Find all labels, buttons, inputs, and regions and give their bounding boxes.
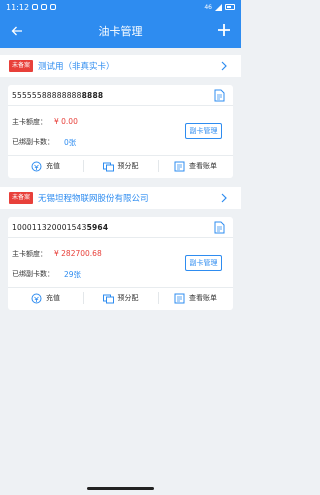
document-icon[interactable] [213,89,225,102]
status-bar: 11:12 46 [0,0,241,14]
divider [8,237,233,238]
divider [8,105,233,106]
recharge-label: 充值 [46,162,60,170]
limit-value: ¥ 0.00 [54,117,78,126]
preallocate-button[interactable]: 预分配 [83,156,158,176]
preallocate-icon [102,162,114,171]
chevron-right-icon [221,193,227,203]
document-icon[interactable] [213,221,225,234]
preallocate-icon [102,294,114,303]
card-actions: 充值 预分配 查看账单 [8,156,233,176]
system-icons: 46 [204,3,235,11]
recharge-button[interactable]: 充值 [8,156,83,176]
status-badge: 未备案 [9,192,34,204]
app-icon [50,4,56,10]
gallery-icon [32,4,38,10]
preallocate-button[interactable]: 预分配 [83,288,158,308]
bound-label: 已绑副卡数： [12,138,54,146]
oil-card: 555555888888888888 主卡额度： ¥ 0.00 已绑副卡数： 0… [8,85,233,178]
group-name: 测试用（非真实卡） [38,62,115,72]
preallocate-label: 预分配 [117,294,139,302]
group-header[interactable]: 未备案 无锡坦程物联网股份有限公司 [0,187,241,209]
bill-icon [174,293,185,303]
recharge-icon [31,161,42,171]
limit-label: 主卡额度： [12,250,47,258]
view-bill-button[interactable]: 查看账单 [158,288,233,308]
view-bill-label: 查看账单 [189,294,217,302]
bill-icon [174,161,185,171]
limit-value: ¥ 282700.68 [54,249,102,258]
battery-icon [225,4,235,10]
message-icon [41,4,47,10]
nav-bar: 油卡管理 [0,14,241,48]
page-title: 油卡管理 [98,25,143,38]
chevron-right-icon [221,61,227,71]
home-indicator[interactable] [87,487,154,490]
preallocate-label: 预分配 [117,162,139,170]
view-bill-button[interactable]: 查看账单 [158,156,233,176]
bound-value: 0张 [64,138,77,147]
group-name: 无锡坦程物联网股份有限公司 [38,194,149,204]
recharge-icon [31,293,42,303]
card-number: 555555888888888888 [12,91,104,100]
group-header[interactable]: 未备案 测试用（非真实卡） [0,55,241,77]
bound-value: 29张 [64,270,82,279]
network-label: 46 [204,3,212,11]
card-number: 1000113200015435964 [12,223,109,232]
card-actions: 充值 预分配 查看账单 [8,288,233,308]
notification-icons [32,4,56,10]
status-time: 11:12 [6,2,30,12]
sub-card-manage-button[interactable]: 副卡管理 [185,255,222,271]
recharge-button[interactable]: 充值 [8,288,83,308]
plus-icon[interactable] [215,21,233,39]
view-bill-label: 查看账单 [189,162,217,170]
signal-icon [215,3,222,11]
oil-card: 1000113200015435964 主卡额度： ¥ 282700.68 已绑… [8,217,233,310]
bound-label: 已绑副卡数： [12,270,54,278]
recharge-label: 充值 [46,294,60,302]
sub-card-manage-button[interactable]: 副卡管理 [185,123,222,139]
limit-label: 主卡额度： [12,118,47,126]
back-arrow-icon[interactable] [8,22,26,40]
status-badge: 未备案 [9,60,34,72]
